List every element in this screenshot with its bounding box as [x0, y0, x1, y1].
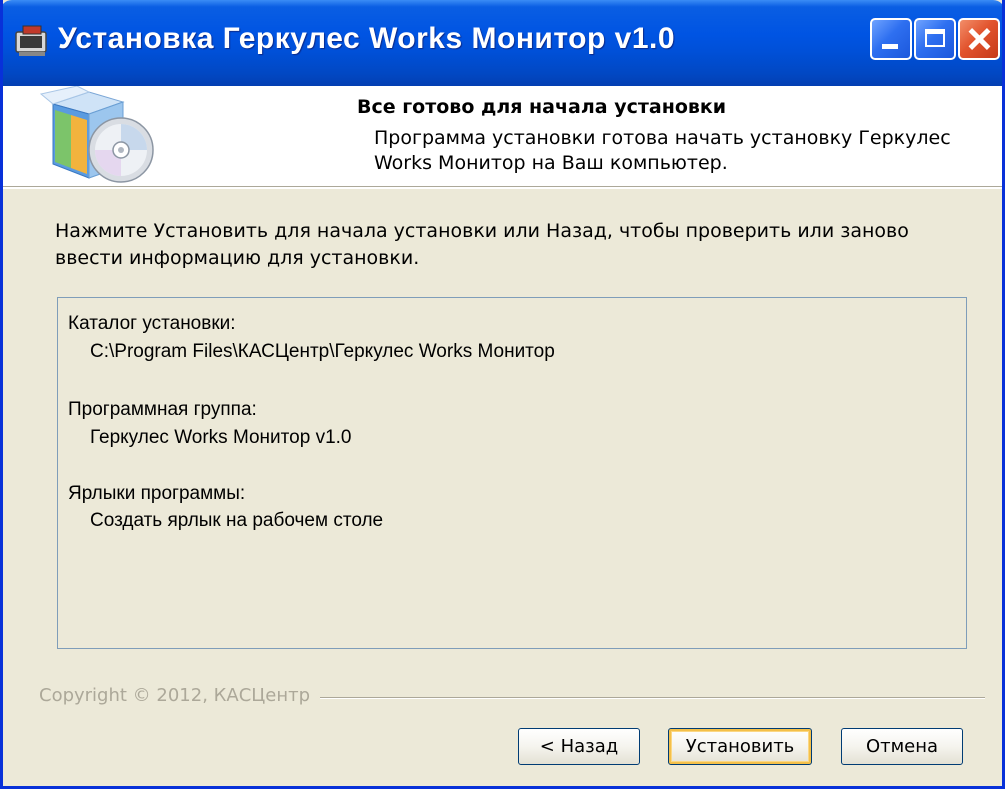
installer-window: Установка Геркулес Works Монитор v1.0 Вс…: [0, 0, 1005, 789]
install-summary-box[interactable]: Каталог установки: C:\Program Files\КАСЦ…: [57, 297, 967, 649]
instruction-text: Нажмите Установить для начала установки …: [55, 220, 909, 269]
minimize-button[interactable]: [870, 18, 912, 60]
wizard-header: Все готово для начала установки Программ…: [3, 86, 1002, 189]
back-button[interactable]: < Назад: [518, 728, 640, 765]
header-title: Все готово для начала установки: [357, 96, 727, 118]
install-dir-label: Каталог установки:: [68, 313, 236, 334]
cancel-button[interactable]: Отмена: [841, 728, 963, 765]
app-icon: [15, 25, 47, 56]
title-bar[interactable]: Установка Геркулес Works Монитор v1.0: [3, 0, 1002, 86]
program-group-label: Программная группа:: [68, 399, 257, 420]
header-subtitle: Программа установки готова начать устано…: [374, 127, 951, 174]
close-button[interactable]: [958, 18, 1000, 60]
program-group-value: Геркулес Works Монитор v1.0: [90, 427, 352, 448]
window-title: Установка Геркулес Works Монитор v1.0: [58, 22, 676, 55]
installer-box-disc-icon: [39, 86, 154, 183]
install-button[interactable]: Установить: [668, 728, 812, 765]
maximize-button[interactable]: [914, 18, 956, 60]
install-dir-value: C:\Program Files\КАСЦентр\Геркулес Works…: [90, 341, 555, 362]
shortcuts-label: Ярлыки программы:: [68, 483, 246, 504]
copyright-text: Copyright © 2012, КАСЦентр: [39, 685, 321, 706]
shortcuts-value: Создать ярлык на рабочем столе: [90, 510, 384, 531]
